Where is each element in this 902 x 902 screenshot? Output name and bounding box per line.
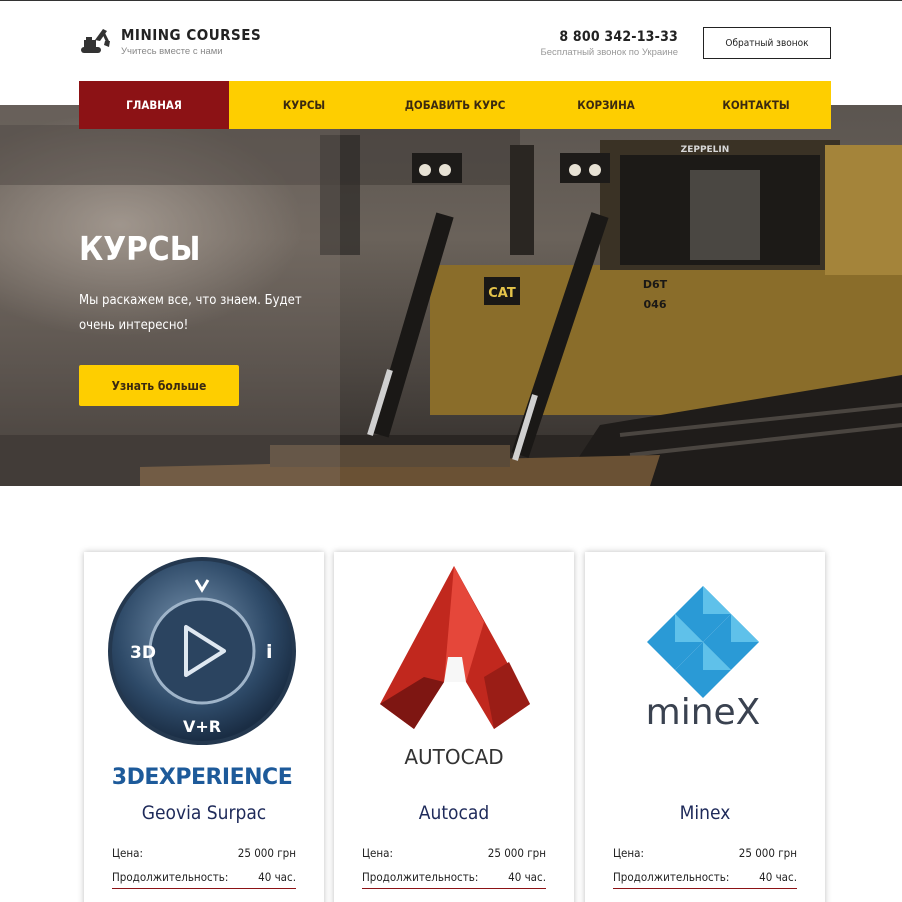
phone-number[interactable]: 8 800 342-13-33 — [540, 29, 678, 45]
price-value: 25 000 грн — [738, 846, 797, 860]
cat-logo: CAT — [488, 286, 516, 301]
callback-button[interactable]: Обратный звонок — [703, 27, 831, 59]
duration-label: Продолжительность: — [112, 870, 229, 884]
minex-logo: mineX — [646, 586, 761, 733]
duration-label: Продолжительность: — [613, 870, 730, 884]
duration-row: Продолжительность: 40 час. — [112, 870, 296, 889]
badge-i: i — [266, 641, 273, 663]
nav-item-cart[interactable]: Корзина — [531, 81, 681, 129]
minex-wordmark: mineX — [646, 692, 761, 733]
hero-banner: CAT D6T 046 ZEPPELIN КУРСЫ Мы раскажем в… — [0, 105, 902, 486]
price-row: Цена: 25 000 грн — [112, 846, 296, 860]
course-card[interactable]: mineX Minex Цена: 25 000 грн Продолжител… — [585, 552, 825, 902]
brand-subtitle: Учитесь вместе с нами — [121, 45, 223, 57]
price-value: 25 000 грн — [487, 846, 546, 860]
nav-item-home[interactable]: Главная — [79, 81, 229, 129]
phone-note: Бесплатный звонок по Украине — [540, 47, 678, 58]
price-label: Цена: — [362, 846, 393, 860]
price-label: Цена: — [613, 846, 644, 860]
autocad-logo: AUTOCAD — [380, 566, 530, 769]
autocad-wordmark: AUTOCAD — [404, 745, 503, 769]
duration-value: 40 час. — [258, 870, 296, 884]
3dexperience-wordmark: 3DEXPERIENCE — [112, 765, 292, 790]
brand-title: MINING COURSES — [121, 25, 262, 44]
nav-item-contacts[interactable]: Контакты — [681, 81, 831, 129]
duration-value: 40 час. — [508, 870, 546, 884]
nav-item-courses[interactable]: Курсы — [229, 81, 379, 129]
price-row: Цена: 25 000 грн — [362, 846, 546, 860]
3dexperience-logo: 3D i V+R 3DEXPERIENCE — [108, 557, 296, 790]
nav-item-add-course[interactable]: Добавить курс — [379, 81, 531, 129]
excavator-icon — [81, 29, 110, 53]
duration-label: Продолжительность: — [362, 870, 479, 884]
course-card[interactable]: 3D i V+R 3DEXPERIENCE Geovia Surpac Цена… — [84, 552, 324, 902]
duration-row: Продолжительность: 40 час. — [613, 870, 797, 889]
machine-number-label: 046 — [644, 298, 667, 311]
course-name[interactable]: Geovia Surpac — [84, 802, 324, 824]
badge-3d: 3D — [130, 643, 156, 663]
machine-model-label: D6T — [643, 278, 668, 291]
brand-plate: ZEPPELIN — [681, 145, 730, 155]
course-name[interactable]: Minex — [585, 802, 825, 824]
site-logo[interactable]: MINING COURSES Учитесь вместе с нами — [79, 25, 261, 57]
badge-vr: V+R — [183, 717, 221, 736]
price-value: 25 000 грн — [237, 846, 296, 860]
price-row: Цена: 25 000 грн — [613, 846, 797, 860]
duration-value: 40 час. — [759, 870, 797, 884]
duration-row: Продолжительность: 40 час. — [362, 870, 546, 889]
hero-text: Мы раскажем все, что знаем. Будет очень … — [79, 293, 302, 333]
price-label: Цена: — [112, 846, 143, 860]
phone-block: 8 800 342-13-33 Бесплатный звонок по Укр… — [540, 29, 678, 58]
hero-title: КУРСЫ — [79, 229, 201, 268]
course-name[interactable]: Autocad — [334, 802, 574, 824]
course-card[interactable]: AUTOCAD Autocad Цена: 25 000 грн Продолж… — [334, 552, 574, 902]
main-nav: Главная Курсы Добавить курс Корзина Конт… — [79, 81, 831, 129]
learn-more-button[interactable]: Узнать больше — [79, 365, 239, 406]
